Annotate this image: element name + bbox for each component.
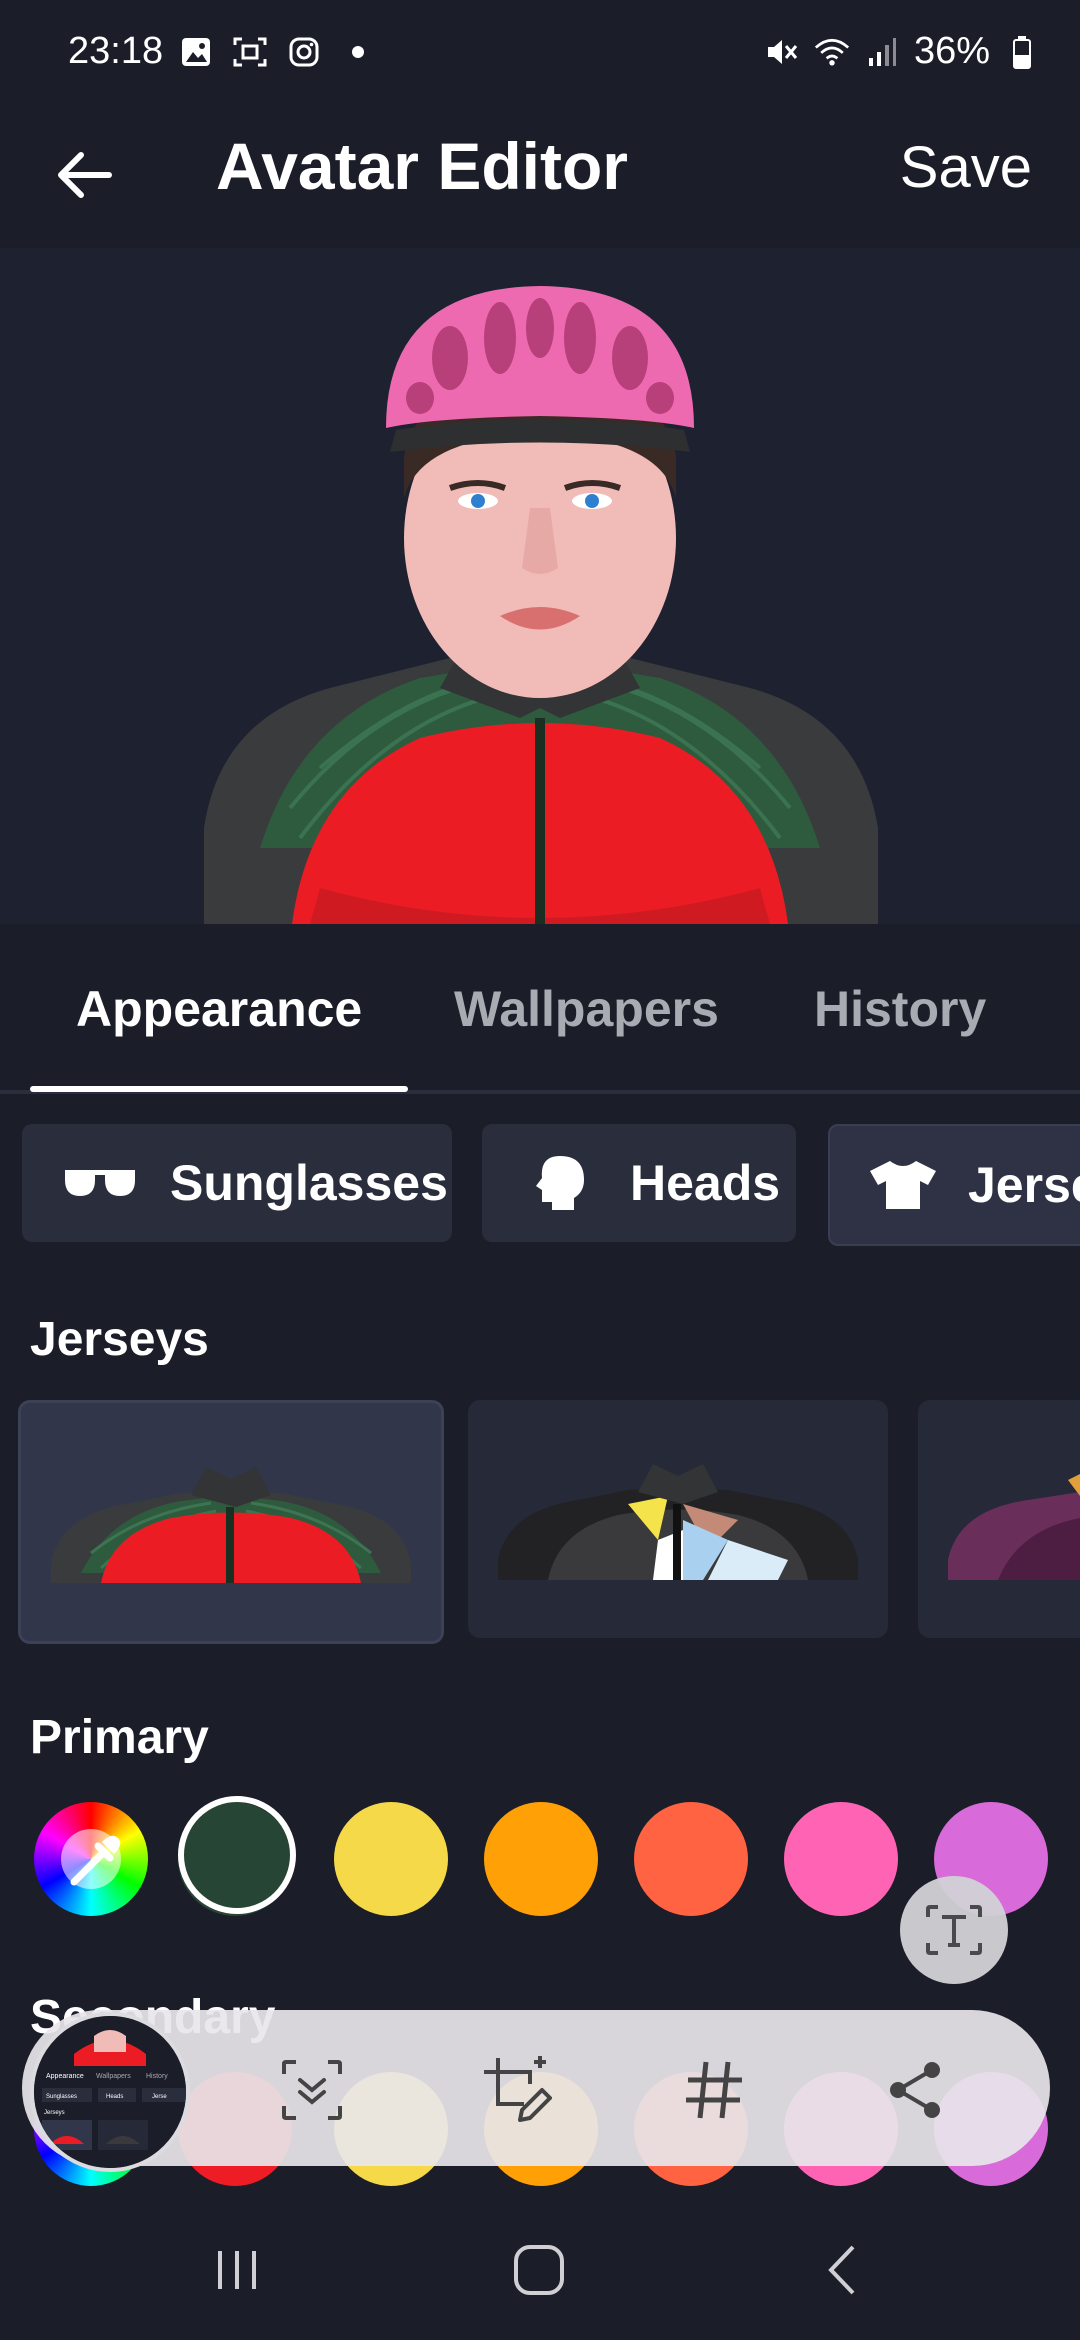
head-icon	[520, 1153, 600, 1213]
dot-icon	[340, 34, 376, 70]
tab-appearance[interactable]: Appearance	[76, 980, 362, 1038]
home-icon	[514, 2245, 564, 2295]
crop-edit-button[interactable]	[466, 2040, 566, 2140]
jersey-option-2[interactable]	[468, 1400, 888, 1638]
save-button[interactable]: Save	[900, 136, 1032, 200]
thumb-chip-3: Jerse	[152, 2094, 167, 2100]
thumb-chip-1: Sunglasses	[46, 2094, 77, 2100]
home-button[interactable]	[484, 2225, 594, 2315]
chip-label: Heads	[630, 1155, 781, 1211]
color-swatch-red-orange[interactable]	[634, 1802, 748, 1916]
battery-icon	[1004, 34, 1040, 70]
thumbnail-preview: Appearance Wallpapers History Sunglasses…	[34, 2016, 186, 2168]
status-right: 36%	[764, 30, 1040, 73]
category-chip-heads[interactable]: Heads	[482, 1124, 796, 1242]
mute-icon	[764, 34, 800, 70]
color-swatch-pink[interactable]	[784, 1802, 898, 1916]
thumb-chip-2: Heads	[106, 2094, 123, 2100]
status-time: 23:18	[68, 30, 164, 72]
screenshot-icon	[232, 34, 268, 70]
jersey-thumbnail	[498, 1464, 858, 1580]
tshirt-icon	[868, 1155, 938, 1215]
share-icon	[890, 2062, 940, 2118]
hashtag-button[interactable]	[664, 2040, 764, 2140]
eyedropper-icon	[61, 1829, 121, 1889]
category-chip-sunglasses[interactable]: Sunglasses	[22, 1124, 452, 1242]
selected-swatch-ring	[178, 1796, 296, 1914]
scroll-capture-button[interactable]	[262, 2040, 362, 2140]
share-button[interactable]	[866, 2040, 966, 2140]
tab-bar: Appearance Wallpapers History	[0, 960, 1080, 1092]
avatar-illustration	[204, 286, 878, 924]
gallery-icon	[178, 34, 214, 70]
color-picker-primary[interactable]	[34, 1802, 148, 1916]
tab-history[interactable]: History	[814, 980, 986, 1038]
signal-icon	[864, 34, 900, 70]
crop-edit-icon	[484, 2056, 552, 2122]
section-title-jerseys: Jerseys	[30, 1313, 209, 1366]
tab-active-indicator	[30, 1086, 408, 1092]
color-swatch-yellow[interactable]	[334, 1802, 448, 1916]
jersey-option-1[interactable]	[18, 1400, 444, 1644]
scroll-capture-icon	[282, 2060, 342, 2120]
status-left-icons	[178, 34, 376, 70]
avatar-preview	[0, 248, 1080, 924]
sunglasses-icon	[60, 1153, 140, 1213]
jersey-option-3[interactable]	[918, 1400, 1080, 1638]
recent-apps-button[interactable]	[182, 2225, 292, 2315]
thumb-tab-2: Wallpapers	[96, 2073, 131, 2080]
jersey-thumbnail	[948, 1474, 1080, 1580]
screenshot-thumbnail[interactable]: Appearance Wallpapers History Sunglasses…	[30, 2012, 190, 2172]
system-back-button[interactable]	[786, 2225, 896, 2315]
text-scan-icon	[926, 1905, 982, 1955]
back-button[interactable]	[40, 130, 130, 220]
text-extract-button[interactable]	[900, 1876, 1008, 1984]
thumb-tab-3: History	[146, 2073, 168, 2080]
category-chip-jerseys[interactable]: Jerse	[828, 1124, 1080, 1246]
back-arrow-icon	[58, 152, 112, 198]
recent-apps-icon	[218, 2251, 256, 2289]
wifi-icon	[814, 34, 850, 70]
page-title: Avatar Editor	[216, 129, 628, 203]
hashtag-icon	[686, 2061, 742, 2119]
tab-wallpapers[interactable]: Wallpapers	[454, 980, 719, 1038]
instagram-icon	[286, 34, 322, 70]
back-chevron-icon	[828, 2245, 855, 2295]
chip-label: Jerse	[968, 1157, 1080, 1213]
color-swatch-orange[interactable]	[484, 1802, 598, 1916]
battery-percent: 36%	[913, 30, 990, 72]
thumb-tab-1: Appearance	[46, 2073, 84, 2080]
chip-label: Sunglasses	[170, 1155, 448, 1211]
jersey-thumbnail	[51, 1467, 411, 1583]
thumb-section: Jerseys	[44, 2110, 65, 2116]
section-title-primary: Primary	[30, 1711, 209, 1764]
